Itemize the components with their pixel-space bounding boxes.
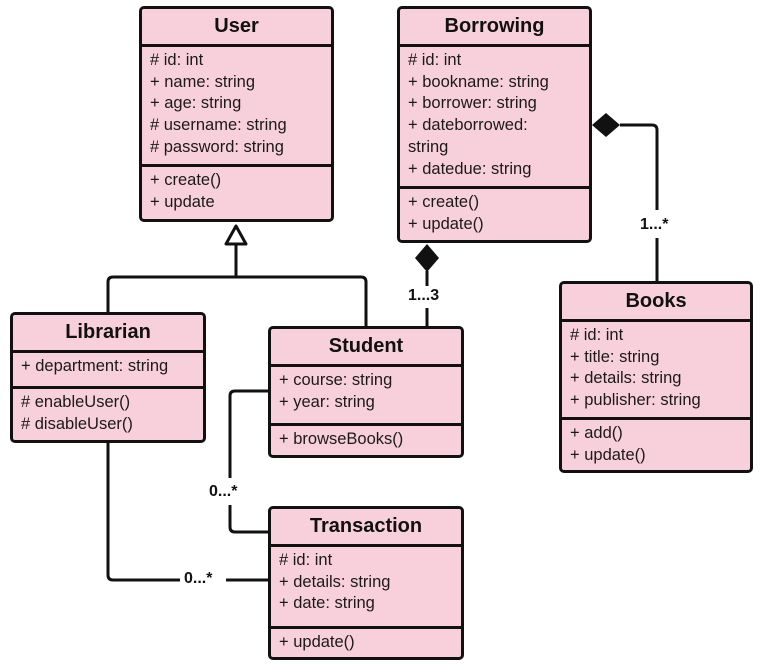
filled-diamond-icon xyxy=(415,244,439,272)
attribute-row: + bookname: string xyxy=(408,72,549,91)
multiplicity-label: 0...* xyxy=(184,570,213,588)
filled-diamond-icon xyxy=(592,113,620,137)
composition-line-books xyxy=(620,123,659,281)
attributes-section: # id: int + bookname: string + borrower: s… xyxy=(400,47,589,189)
class-user[interactable]: User # id: int + name: string + age: strin… xyxy=(139,6,334,222)
attribute-row: + title: string xyxy=(570,347,660,366)
method-row: + update() xyxy=(570,445,646,464)
methods-section: + create() + update() xyxy=(400,189,589,235)
attributes-section: # id: int + details: string + date: string xyxy=(271,547,461,629)
class-name: Borrowing xyxy=(400,9,589,47)
method-row: + browseBooks() xyxy=(279,430,404,448)
attribute-row: # id: int xyxy=(408,51,462,69)
methods-section: # enableUser() # disableUser() xyxy=(13,389,203,435)
methods-section: + create() + update xyxy=(142,167,331,213)
class-borrowing[interactable]: Borrowing # id: int + bookname: string + b… xyxy=(397,6,592,243)
attribute-row: + name: string xyxy=(150,72,256,91)
multiplicity-label: 1...3 xyxy=(408,287,440,305)
attribute-row: + date: string xyxy=(279,594,375,613)
method-row: # disableUser() xyxy=(21,414,133,433)
method-row: # enableUser() xyxy=(21,393,131,411)
class-librarian[interactable]: Librarian + department: string # enableU… xyxy=(10,312,206,443)
attribute-row: # id: int xyxy=(150,51,204,69)
attribute-row: + department: string xyxy=(21,357,169,375)
attribute-row: + course: string xyxy=(279,371,393,389)
methods-section: + update() xyxy=(271,629,461,654)
class-name: Transaction xyxy=(271,509,461,547)
attribute-row: + publisher: string xyxy=(570,391,701,410)
method-row: + add() xyxy=(570,424,623,442)
attributes-section: # id: int + name: string + age: string # us… xyxy=(142,47,331,167)
attribute-row: + age: string xyxy=(150,94,242,113)
method-row: + create() xyxy=(408,193,480,211)
attribute-row: # id: int xyxy=(279,551,333,569)
multiplicity-label: 0...* xyxy=(209,483,238,501)
class-student[interactable]: Student + course: string + year: string +… xyxy=(268,326,464,458)
attribute-row: # username: string xyxy=(150,116,287,135)
association-line-student-transaction xyxy=(228,389,268,534)
attribute-row: + details: string xyxy=(570,369,682,388)
class-name: Books xyxy=(562,284,750,322)
attributes-section: + course: string + year: string xyxy=(271,367,461,426)
attribute-row: # password: string xyxy=(150,137,284,156)
method-row: + create() xyxy=(150,171,222,189)
attribute-row: + details: string xyxy=(279,572,391,591)
hollow-triangle-arrowhead-icon xyxy=(224,224,248,246)
attributes-section: + department: string xyxy=(13,353,203,389)
class-name: Student xyxy=(271,329,461,367)
class-books[interactable]: Books # id: int + title: string + details:… xyxy=(559,281,753,473)
method-row: + update() xyxy=(408,214,484,233)
methods-section: + add() + update() xyxy=(562,420,750,466)
attribute-row: + datedue: string xyxy=(408,159,532,178)
method-row: + update xyxy=(150,192,215,211)
class-name: Librarian xyxy=(13,315,203,353)
association-line-librarian-transaction xyxy=(106,442,268,582)
class-name: User xyxy=(142,9,331,47)
methods-section: + browseBooks() xyxy=(271,426,461,451)
attribute-row: string xyxy=(408,137,449,156)
attributes-section: # id: int + title: string + details: strin… xyxy=(562,322,750,420)
attribute-row: + borrower: string xyxy=(408,94,537,113)
attribute-row: # id: int xyxy=(570,326,624,344)
attribute-row: + dateborrowed: xyxy=(408,116,528,135)
multiplicity-label: 1...* xyxy=(640,216,669,234)
attribute-row: + year: string xyxy=(279,392,375,411)
class-transaction[interactable]: Transaction # id: int + details: string + … xyxy=(268,506,464,660)
method-row: + update() xyxy=(279,633,355,651)
